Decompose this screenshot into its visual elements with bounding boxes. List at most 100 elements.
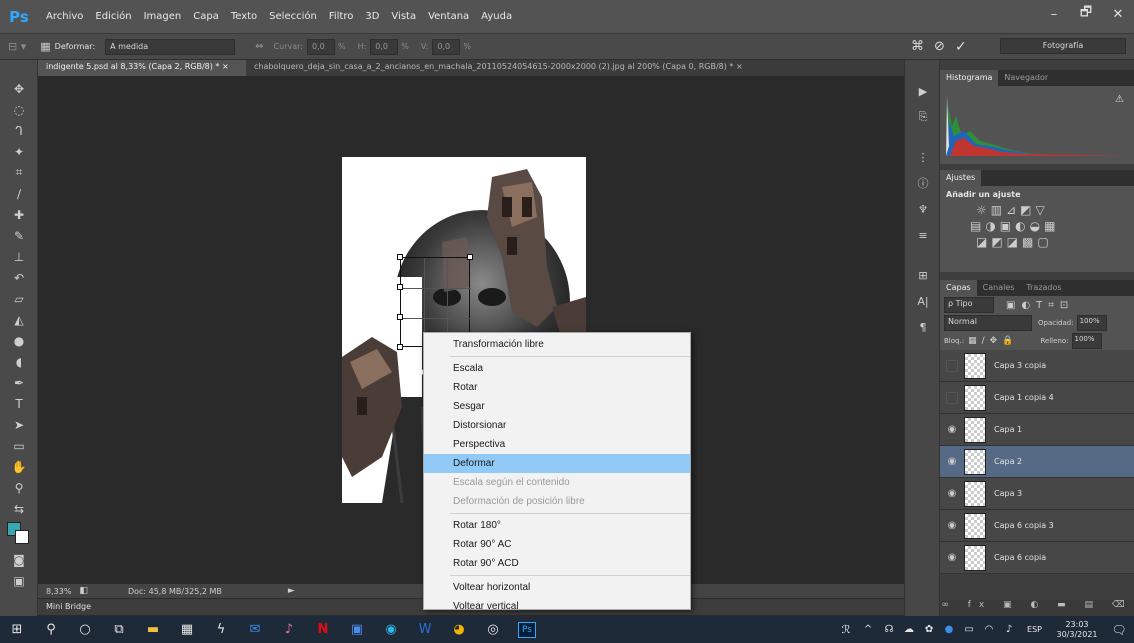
dodge-tool-icon[interactable]: ◖ (0, 351, 38, 372)
battery-icon[interactable]: ▭ (959, 616, 979, 643)
adjustment-icons-row1[interactable]: ☼▥⊿◩▽ (976, 203, 1128, 217)
lasso-tool-icon[interactable]: ᒉ (0, 120, 38, 141)
ctx-item-rotar-90°-acd[interactable]: Rotar 90° ACD (424, 554, 690, 573)
warp-mode-toggle-icon[interactable]: ⌘ (911, 39, 924, 54)
layer-name[interactable]: Capa 1 (994, 425, 1022, 434)
notifications-icon[interactable]: 🗨 (1104, 616, 1134, 643)
color-swatches[interactable] (0, 519, 37, 549)
eye-icon[interactable]: ◉ (940, 456, 964, 467)
history-icon[interactable]: ⎘ (905, 104, 941, 130)
paragraph-icon[interactable]: ¶ (905, 314, 941, 340)
properties-icon[interactable]: ⋮ (905, 144, 941, 170)
warp-style-select[interactable]: A medida (105, 38, 236, 55)
photoshop-taskbar-icon[interactable]: Ps (510, 616, 544, 643)
menu-ventana[interactable]: Ventana (428, 11, 469, 22)
mini-bridge-tab[interactable]: Mini Bridge (46, 602, 91, 611)
layer-name[interactable]: Capa 6 copia 3 (994, 521, 1054, 530)
lock-icons[interactable]: ▦∕✥🔒 (968, 336, 1018, 346)
ctx-item-deformar[interactable]: Deformar (424, 454, 690, 473)
wifi-icon[interactable]: ◠ (979, 616, 999, 643)
restore-button[interactable]: 🗗 (1070, 0, 1102, 28)
clock[interactable]: 23:03 30/3/2021 (1050, 620, 1104, 640)
eye-icon[interactable]: ◉ (940, 520, 964, 531)
type-tool-icon[interactable]: T (0, 393, 38, 414)
menu-vista[interactable]: Vista (391, 11, 416, 22)
ctx-item-rotar-180°[interactable]: Rotar 180° (424, 516, 690, 535)
tab-trazados[interactable]: Trazados (1020, 280, 1067, 296)
ctx-item-escala[interactable]: Escala (424, 359, 690, 378)
file-explorer-icon[interactable]: ▬ (136, 616, 170, 643)
music-app-icon[interactable]: ♪ (272, 616, 306, 643)
task-view-icon[interactable]: ⧉ (102, 616, 136, 643)
volume-icon[interactable]: ♪ (999, 616, 1019, 643)
clone-source-icon[interactable]: ⊞ (905, 262, 941, 288)
ctx-item-voltear-vertical[interactable]: Voltear vertical (424, 597, 690, 616)
eye-icon[interactable]: ◉ (940, 552, 964, 563)
crop-tool-icon[interactable]: ⌗ (0, 162, 38, 183)
spotify-icon[interactable]: ◎ (476, 616, 510, 643)
layer-row[interactable]: ◉ Capa 3 (940, 478, 1134, 510)
menu-texto[interactable]: Texto (231, 11, 257, 22)
visibility-toggle[interactable] (946, 359, 958, 372)
netflix-icon[interactable]: N (306, 616, 340, 643)
workspace-select[interactable]: Fotografía (1000, 38, 1126, 54)
winamp-icon[interactable]: ϟ (204, 616, 238, 643)
ctx-item-perspectiva[interactable]: Perspectiva (424, 435, 690, 454)
menu-ayuda[interactable]: Ayuda (481, 11, 512, 22)
quick-mask-icon[interactable]: ◙ (0, 549, 38, 570)
warp-orientation-icon[interactable]: ⇔ (255, 41, 263, 52)
histogram-warning-icon[interactable]: ⚠ (1115, 94, 1124, 105)
cortana-icon[interactable]: ○ (68, 616, 102, 643)
menu-imagen[interactable]: Imagen (144, 11, 182, 22)
tab-capas[interactable]: Capas (940, 280, 977, 296)
tab-navegador[interactable]: Navegador (998, 70, 1054, 86)
network-icon[interactable]: ☁ (899, 616, 919, 643)
screen-mode-icon[interactable]: ▣ (0, 570, 38, 591)
background-color-swatch[interactable] (15, 530, 29, 544)
path-selection-tool-icon[interactable]: ➤ (0, 414, 38, 435)
info-icon[interactable]: ⓘ (905, 170, 941, 196)
menu-3d[interactable]: 3D (365, 11, 379, 22)
layer-row[interactable]: Capa 1 copia 4 (940, 382, 1134, 414)
history-brush-tool-icon[interactable]: ↶ (0, 267, 38, 288)
layer-name[interactable]: Capa 6 copia (994, 553, 1046, 562)
ctx-item-rotar-90°-ac[interactable]: Rotar 90° AC (424, 535, 690, 554)
tab-histograma[interactable]: Histograma (940, 70, 999, 86)
visibility-toggle[interactable] (946, 391, 958, 404)
swap-colors-icon[interactable]: ⇆ (0, 498, 38, 519)
eye-icon[interactable]: ◉ (940, 424, 964, 435)
commit-transform-icon[interactable]: ✓ (955, 39, 967, 55)
adjustment-icons-row3[interactable]: ◪◩◪▩▢ (976, 235, 1128, 249)
warp-handle[interactable] (397, 314, 403, 320)
status-menu-arrow-icon[interactable]: ► (288, 586, 295, 596)
h-input[interactable]: 0,0 (370, 38, 399, 55)
eye-icon[interactable]: ◉ (940, 488, 964, 499)
adjustment-icons-row2[interactable]: ▤◑▣◐◒▦ (970, 219, 1128, 233)
character-icon[interactable]: A| (905, 288, 941, 314)
language-indicator[interactable]: ESP (1027, 625, 1042, 634)
layers-footer-icons[interactable]: ∞ fx ▣ ◐ ▬ ▤ ⌫ (940, 600, 1134, 616)
close-button[interactable]: ✕ (1102, 0, 1134, 28)
warp-handle[interactable] (397, 254, 403, 260)
ctx-item-sesgar[interactable]: Sesgar (424, 397, 690, 416)
healing-brush-tool-icon[interactable]: ✚ (0, 204, 38, 225)
play-action-icon[interactable]: ▶ (905, 78, 941, 104)
ctx-item-voltear-horizontal[interactable]: Voltear horizontal (424, 578, 690, 597)
doc-tab-chabolquero[interactable]: chabolquero_deja_sin_casa_a_2_ancianos_e… (246, 60, 806, 76)
layer-row[interactable]: ◉ Capa 2 (940, 446, 1134, 478)
eraser-tool-icon[interactable]: ▱ (0, 288, 38, 309)
status-info-icon[interactable]: ◧ (79, 586, 88, 596)
marquee-tool-icon[interactable]: ◌ (0, 99, 38, 120)
move-tool-icon[interactable]: ✥ (0, 78, 38, 99)
chrome-icon[interactable]: ◕ (442, 616, 476, 643)
shape-tool-icon[interactable]: ▭ (0, 435, 38, 456)
mail-icon[interactable]: ✉ (238, 616, 272, 643)
tray-app2-icon[interactable]: ✿ (919, 616, 939, 643)
menu-selección[interactable]: Selección (269, 11, 317, 22)
fill-input[interactable]: 100% (1071, 333, 1102, 349)
search-icon[interactable]: ⚲ (34, 616, 68, 643)
stamp-tool-icon[interactable]: ⊥ (0, 246, 38, 267)
tray-chevron-icon[interactable]: ^ (857, 616, 879, 643)
hand-tool-icon[interactable]: ✋ (0, 456, 38, 477)
ctx-item-transformación-libre[interactable]: Transformación libre (424, 335, 690, 354)
